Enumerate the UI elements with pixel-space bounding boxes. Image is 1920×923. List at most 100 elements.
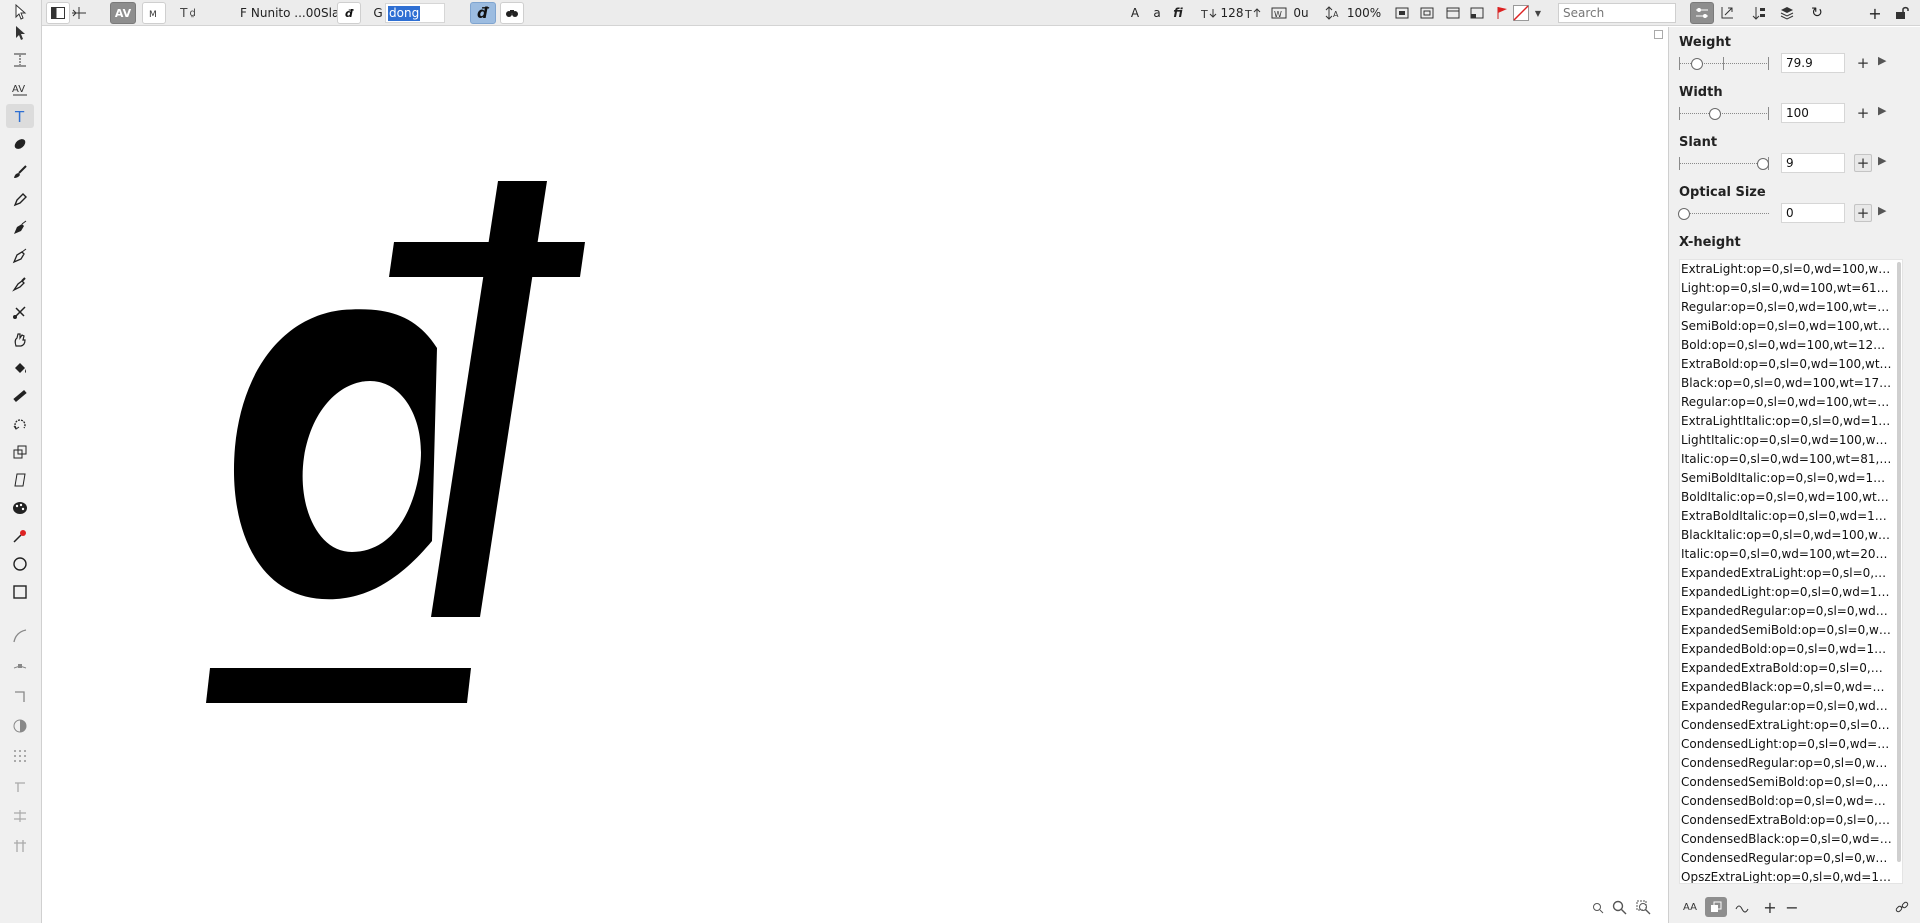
instance-item[interactable]: CondensedSemiBold:op=0,sl=0,wd... bbox=[1680, 773, 1892, 792]
add-axis-value-button[interactable]: + bbox=[1854, 154, 1872, 172]
refresh-icon[interactable]: ↻ bbox=[1806, 2, 1828, 24]
instance-item[interactable]: BlackItalic:op=0,sl=0,wd=100,wt=... bbox=[1680, 526, 1892, 545]
kerning-tool-icon[interactable]: AV bbox=[6, 76, 34, 100]
eraser-icon[interactable] bbox=[6, 132, 34, 156]
instance-item[interactable]: CondensedExtraLight:op=0,sl=0,w... bbox=[1680, 716, 1892, 735]
weight-slider[interactable] bbox=[1679, 57, 1769, 70]
distribute-icon[interactable] bbox=[6, 834, 34, 858]
play-icon[interactable]: ▶ bbox=[1878, 204, 1886, 217]
instance-item[interactable]: LightItalic:op=0,sl=0,wd=100,wt=... bbox=[1680, 431, 1892, 450]
instance-item[interactable]: CondensedRegular:op=0,sl=0,wd=... bbox=[1680, 849, 1892, 868]
instance-item[interactable]: CondensedLight:op=0,sl=0,wd=80... bbox=[1680, 735, 1892, 754]
slant-value-input[interactable]: 9 bbox=[1781, 153, 1845, 173]
add-button[interactable]: + bbox=[1866, 2, 1884, 24]
pen-outline-icon[interactable] bbox=[6, 244, 34, 268]
binoculars-icon[interactable] bbox=[500, 2, 524, 24]
instance-item[interactable]: ExpandedExtraBold:op=0,sl=0,wd... bbox=[1680, 659, 1892, 678]
brush-icon[interactable] bbox=[6, 160, 34, 184]
font-selector[interactable]: F Nunito ...00Slant bbox=[240, 2, 352, 24]
instance-item[interactable]: CondensedBlack:op=0,sl=0,wd=80... bbox=[1680, 830, 1892, 849]
instance-item[interactable]: ExpandedExtraLight:op=0,sl=0,wd... bbox=[1680, 564, 1892, 583]
grid-icon[interactable] bbox=[6, 744, 34, 768]
instance-item[interactable]: OpszExtraLight:op=0,sl=0,wd=100... bbox=[1680, 868, 1892, 883]
ellipse-icon[interactable] bbox=[6, 552, 34, 576]
instances-tab-icon[interactable] bbox=[1705, 897, 1727, 917]
instance-list[interactable]: ExtraLight:op=0,sl=0,wd=100,wt=... Light:… bbox=[1679, 259, 1903, 884]
text-tool-icon[interactable]: T bbox=[6, 104, 34, 128]
instance-item[interactable]: Light:op=0,sl=0,wd=100,wt=61,x-... bbox=[1680, 279, 1892, 298]
calligraphy-pen-icon[interactable] bbox=[6, 272, 34, 296]
instance-item[interactable]: CondensedBold:op=0,sl=0,wd=80,... bbox=[1680, 792, 1892, 811]
curve-icon[interactable] bbox=[6, 624, 34, 648]
pen-icon[interactable] bbox=[6, 216, 34, 240]
eyedropper-icon[interactable] bbox=[6, 524, 34, 548]
optical-size-value-input[interactable]: 0 bbox=[1781, 203, 1845, 223]
window-icon[interactable] bbox=[1444, 2, 1462, 24]
kerning-button[interactable]: AV bbox=[110, 2, 136, 24]
transform-icon[interactable] bbox=[1716, 2, 1738, 24]
font-size-down-icon[interactable]: T bbox=[1200, 2, 1218, 24]
instance-item[interactable]: ExtraLightItalic:op=0,sl=0,wd=100... bbox=[1680, 412, 1892, 431]
glyph-name-input[interactable]: dong bbox=[385, 3, 445, 23]
uppercase-button[interactable]: A bbox=[1128, 2, 1142, 24]
width-value-input[interactable]: 100 bbox=[1781, 103, 1845, 123]
play-icon[interactable]: ▶ bbox=[1878, 154, 1886, 167]
glyphs-tab-icon[interactable] bbox=[1731, 897, 1753, 917]
rectangle-icon[interactable] bbox=[6, 580, 34, 604]
play-icon[interactable]: ▶ bbox=[1878, 104, 1886, 117]
weight-value-input[interactable]: 79.9 bbox=[1781, 53, 1845, 73]
instance-item[interactable]: BoldItalic:op=0,sl=0,wd=100,wt=1... bbox=[1680, 488, 1892, 507]
instance-item[interactable]: ExtraLight:op=0,sl=0,wd=100,wt=... bbox=[1680, 260, 1892, 279]
instance-item[interactable]: Italic:op=0,sl=0,wd=100,wt=208,x... bbox=[1680, 545, 1892, 564]
instance-item[interactable]: ExpandedBold:op=0,sl=0,wd=125,... bbox=[1680, 640, 1892, 659]
optical-size-slider[interactable] bbox=[1678, 208, 1769, 220]
slider-thumb[interactable] bbox=[1691, 58, 1703, 70]
chevron-down-icon[interactable]: ▼ bbox=[1532, 2, 1544, 24]
font-size-up-icon[interactable]: T bbox=[1244, 2, 1262, 24]
flag-icon[interactable] bbox=[1494, 2, 1510, 24]
sidebar-toggle-icon[interactable] bbox=[46, 2, 70, 24]
select-arrow-icon[interactable] bbox=[6, 21, 34, 45]
pencil-icon[interactable] bbox=[6, 188, 34, 212]
instance-item[interactable]: ExpandedBlack:op=0,sl=0,wd=125... bbox=[1680, 678, 1892, 697]
zoom-selection-icon[interactable] bbox=[1636, 900, 1651, 919]
add-instance-button[interactable]: + bbox=[1759, 897, 1781, 917]
contrast-icon[interactable] bbox=[6, 714, 34, 738]
link-icon[interactable] bbox=[1891, 897, 1913, 917]
play-icon[interactable]: ▶ bbox=[1878, 54, 1886, 67]
align-icon[interactable] bbox=[6, 804, 34, 828]
scrollbar[interactable] bbox=[1897, 262, 1901, 862]
add-axis-value-button[interactable]: + bbox=[1854, 104, 1872, 122]
instance-item[interactable]: Regular:op=0,sl=0,wd=100,wt=20... bbox=[1680, 393, 1892, 412]
add-axis-value-button[interactable]: + bbox=[1854, 54, 1872, 72]
metrics-icon[interactable] bbox=[68, 2, 90, 24]
ruler-icon[interactable] bbox=[6, 384, 34, 408]
instance-item[interactable]: ExtraBold:op=0,sl=0,wd=100,wt=... bbox=[1680, 355, 1892, 374]
remove-instance-button[interactable]: − bbox=[1781, 897, 1803, 917]
search-input[interactable] bbox=[1558, 3, 1676, 23]
sliders-icon[interactable] bbox=[1690, 2, 1714, 24]
zoom-fit-icon[interactable] bbox=[1592, 902, 1604, 918]
paint-bucket-icon[interactable] bbox=[6, 356, 34, 380]
zoom-scale-icon[interactable]: A bbox=[1324, 2, 1342, 24]
tracking-icon[interactable]: W bbox=[1270, 2, 1288, 24]
instance-item[interactable]: ExpandedLight:op=0,sl=0,wd=125,... bbox=[1680, 583, 1892, 602]
instance-item[interactable]: Regular:op=0,sl=0,wd=100,wt=81... bbox=[1680, 298, 1892, 317]
palette-icon[interactable] bbox=[6, 496, 34, 520]
glyph-preview-icon[interactable]: đ bbox=[337, 2, 361, 24]
preview-icon[interactable] bbox=[1468, 2, 1486, 24]
instance-item[interactable]: ExpandedSemiBold:op=0,sl=0,wd... bbox=[1680, 621, 1892, 640]
corner-icon[interactable] bbox=[6, 684, 34, 708]
frame-icon[interactable] bbox=[1393, 2, 1411, 24]
fit-icon[interactable] bbox=[1418, 2, 1436, 24]
ligature-button[interactable]: fi bbox=[1170, 2, 1186, 24]
hand-icon[interactable] bbox=[6, 328, 34, 352]
instance-item[interactable]: CondensedExtraBold:op=0,sl=0,wd... bbox=[1680, 811, 1892, 830]
instance-item[interactable]: ExtraBoldItalic:op=0,sl=0,wd=100,... bbox=[1680, 507, 1892, 526]
lowercase-button[interactable]: a bbox=[1150, 2, 1164, 24]
slider-thumb[interactable] bbox=[1678, 208, 1690, 220]
glyph-info-icon[interactable]: M bbox=[142, 2, 166, 24]
glyph-canvas[interactable] bbox=[42, 27, 1668, 923]
zoom-in-icon[interactable] bbox=[1612, 900, 1627, 919]
scale-icon[interactable] bbox=[6, 440, 34, 464]
